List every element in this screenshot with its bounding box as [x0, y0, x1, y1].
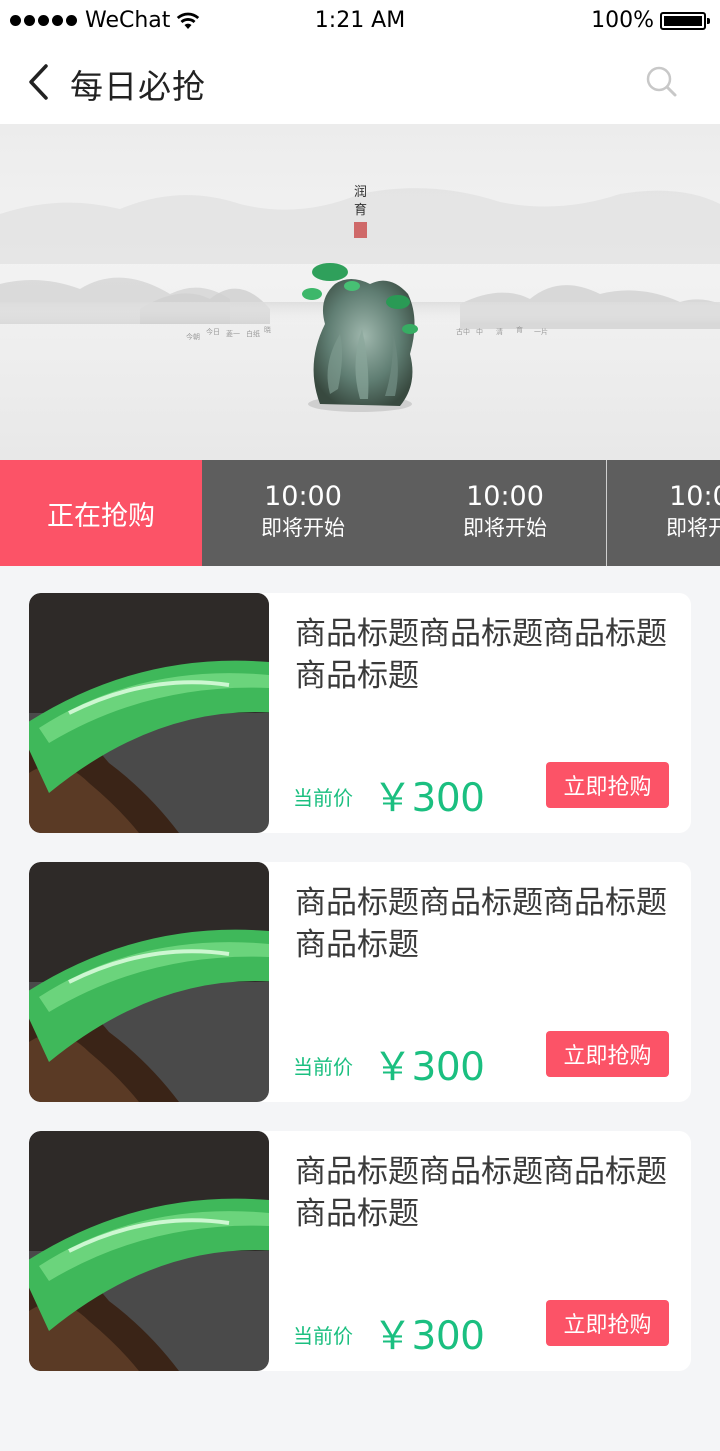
page-title: 每日必抢	[70, 67, 206, 106]
battery-icon	[660, 11, 710, 30]
svg-text:古中: 古中	[456, 327, 470, 336]
tab-upcoming-1[interactable]: 10:00 即将开始	[202, 460, 404, 566]
tab-time: 10:00	[669, 481, 720, 512]
tab-time: 10:00	[466, 481, 544, 512]
tab-status: 即将开始	[666, 516, 720, 540]
svg-text:清: 清	[496, 327, 503, 336]
product-price: ￥300	[373, 1314, 485, 1359]
banner-landscape-illustration: 今朝今日 菱一 白纸晓 古中中清 育一片 润 育	[0, 185, 720, 412]
product-card[interactable]: 商品标题商品标题商品标题商品标题 当前价 ￥300 立即抢购	[29, 862, 691, 1102]
svg-text:一片: 一片	[534, 327, 548, 336]
status-bar: WeChat 1:21 AM 100%	[0, 0, 720, 42]
product-title[interactable]: 商品标题商品标题商品标题商品标题	[295, 613, 679, 697]
tab-status: 即将开始	[261, 516, 345, 540]
product-image[interactable]	[29, 593, 269, 833]
svg-text:今日: 今日	[206, 327, 220, 336]
svg-text:今朝: 今朝	[186, 332, 200, 341]
product-image[interactable]	[29, 1131, 269, 1371]
jade-bangle-image	[29, 862, 269, 1102]
red-seal-icon	[354, 222, 367, 238]
buy-now-button[interactable]: 立即抢购	[546, 762, 669, 808]
back-arrow-icon[interactable]	[26, 62, 52, 102]
tab-upcoming-2[interactable]: 10:00 即将开始	[404, 460, 606, 566]
svg-text:晓: 晓	[264, 325, 271, 334]
svg-text:中: 中	[476, 327, 483, 336]
svg-text:育: 育	[516, 325, 523, 334]
tab-upcoming-3[interactable]: 10:00 即将开始	[607, 460, 720, 566]
tab-status: 即将开始	[463, 516, 547, 540]
price-label: 当前价	[293, 1055, 353, 1079]
product-title[interactable]: 商品标题商品标题商品标题商品标题	[295, 1151, 679, 1235]
product-title[interactable]: 商品标题商品标题商品标题商品标题	[295, 882, 679, 966]
banner-seal-char-1: 润	[354, 185, 367, 200]
jade-bangle-image	[29, 1131, 269, 1371]
tab-time: 10:00	[264, 481, 342, 512]
svg-text:白纸: 白纸	[246, 329, 260, 338]
product-price: ￥300	[373, 1045, 485, 1090]
product-image[interactable]	[29, 862, 269, 1102]
nav-bar: 每日必抢	[0, 42, 720, 124]
flash-sale-time-tabs: 正在抢购 10:00 即将开始 10:00 即将开始 10:00 即将开始	[0, 460, 720, 566]
product-price: ￥300	[373, 776, 485, 821]
tab-now-selling[interactable]: 正在抢购	[0, 460, 202, 566]
status-right: 100%	[591, 8, 710, 33]
svg-text:菱一: 菱一	[226, 329, 240, 338]
jade-bangle-image	[29, 593, 269, 833]
page: WeChat 1:21 AM 100% 每日必抢 今朝 今日 菱一 白纸 晓 古…	[0, 0, 720, 1451]
price-label: 当前价	[293, 1324, 353, 1348]
banner-seal-char-2: 育	[354, 202, 367, 218]
product-card[interactable]: 商品标题商品标题商品标题商品标题 当前价 ￥300 立即抢购	[29, 593, 691, 833]
promo-banner[interactable]: 今朝 今日 菱一 白纸晓 古中中清 育一片 润 育	[0, 124, 720, 460]
battery-percent: 100%	[591, 8, 654, 33]
product-list: 商品标题商品标题商品标题商品标题 当前价 ￥300 立即抢购 商品标题商品标题商…	[29, 593, 691, 1400]
search-icon[interactable]	[644, 64, 680, 100]
buy-now-button[interactable]: 立即抢购	[546, 1031, 669, 1077]
buy-now-button[interactable]: 立即抢购	[546, 1300, 669, 1346]
price-label: 当前价	[293, 786, 353, 810]
product-card[interactable]: 商品标题商品标题商品标题商品标题 当前价 ￥300 立即抢购	[29, 1131, 691, 1371]
jade-carving-image	[302, 263, 418, 412]
